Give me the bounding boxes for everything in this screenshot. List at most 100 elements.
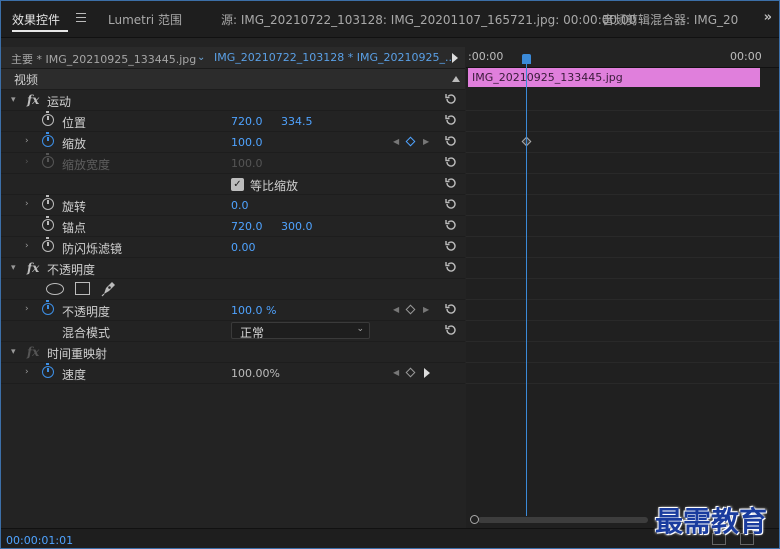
video-section-label: 视频	[14, 73, 39, 87]
time-remap-effect-row[interactable]: ▾ fx 时间重映射	[0, 342, 465, 363]
playhead-line[interactable]	[526, 58, 527, 516]
tab-effect-controls[interactable]: 效果控件	[12, 11, 60, 28]
stopwatch-icon[interactable]	[42, 132, 54, 147]
clip-selector-bar: 主要 * IMG_20210925_133445.jpg ⌄ IMG_20210…	[0, 47, 465, 69]
time-remap-label: 时间重映射	[47, 347, 108, 361]
expand-arrow-icon[interactable]: ›	[25, 367, 29, 377]
anchor-x-value[interactable]: 720.0	[231, 220, 263, 233]
antiflicker-row[interactable]: › 防闪烁滤镜 0.00	[0, 237, 465, 258]
stopwatch-icon[interactable]	[42, 111, 54, 126]
prev-keyframe-icon[interactable]: ◀	[393, 368, 399, 377]
reset-icon[interactable]	[445, 177, 457, 189]
reset-icon[interactable]	[445, 261, 457, 273]
play-icon[interactable]	[424, 368, 430, 378]
tab-lumetri-scopes[interactable]: Lumetri 范围	[108, 11, 182, 28]
stopwatch-icon[interactable]	[42, 195, 54, 210]
expand-arrow-icon[interactable]: ›	[25, 199, 29, 209]
pen-mask-icon[interactable]	[101, 280, 117, 297]
antiflicker-label: 防闪烁滤镜	[62, 242, 123, 256]
antiflicker-value[interactable]: 0.00	[231, 241, 256, 254]
reset-icon[interactable]	[445, 324, 457, 336]
timeline-clip-label: IMG_20210925_133445.jpg	[472, 71, 623, 84]
scale-row[interactable]: › 缩放 100.0 ◀ ▶	[0, 132, 465, 153]
speed-value[interactable]: 100.00%	[231, 367, 280, 380]
tab-audio-clip-mixer[interactable]: 音频剪辑混合器: IMG_20	[602, 11, 738, 28]
opacity-row[interactable]: › 不透明度 100.0 % ◀ ▶	[0, 300, 465, 321]
sequence-clip-label[interactable]: IMG_20210722_103128 * IMG_20210925_...	[214, 51, 455, 64]
reset-icon[interactable]	[445, 219, 457, 231]
effect-timeline: :00:00 00:00 IMG_20210925_133445.jpg	[466, 38, 780, 528]
expand-arrow-icon[interactable]: ›	[25, 136, 29, 146]
keyframe-icon[interactable]	[405, 304, 416, 315]
fx-icon[interactable]: fx	[27, 261, 39, 275]
next-keyframe-icon[interactable]: ▶	[423, 137, 429, 146]
reset-icon[interactable]	[445, 156, 457, 168]
timeline-track-row	[466, 321, 780, 342]
position-row[interactable]: 位置 720.0 334.5	[0, 111, 465, 132]
menu-icon[interactable]	[76, 13, 86, 22]
timeline-track-row	[466, 132, 780, 153]
tab-source[interactable]: 源: IMG_20210722_103128: IMG_20201107_165…	[221, 11, 636, 28]
expand-arrow-icon[interactable]: ›	[25, 241, 29, 251]
play-icon[interactable]	[452, 53, 458, 63]
expand-arrow-icon[interactable]: ›	[25, 304, 29, 314]
timeline-track-row	[466, 237, 780, 258]
stopwatch-icon[interactable]	[42, 237, 54, 252]
fx-icon: fx	[27, 345, 40, 359]
more-tabs-icon[interactable]: »	[764, 10, 772, 25]
timeline-clip[interactable]: IMG_20210925_133445.jpg	[468, 68, 760, 87]
master-clip-label[interactable]: 主要 * IMG_20210925_133445.jpg	[11, 51, 196, 67]
stopwatch-icon[interactable]	[42, 216, 54, 231]
motion-effect-row[interactable]: ▾ fx 运动	[0, 90, 465, 111]
position-label: 位置	[62, 116, 87, 130]
chevron-down-icon[interactable]: ⌄	[197, 52, 205, 63]
scrollbar-track[interactable]	[478, 517, 648, 523]
reset-icon[interactable]	[445, 93, 457, 105]
prev-keyframe-icon[interactable]: ◀	[393, 137, 399, 146]
keyframe-icon[interactable]	[405, 136, 416, 147]
scroll-up-icon[interactable]	[452, 76, 460, 82]
rect-mask-icon[interactable]	[75, 282, 90, 295]
rotation-row[interactable]: › 旋转 0.0	[0, 195, 465, 216]
expand-arrow-icon: ›	[25, 157, 29, 167]
reset-icon[interactable]	[445, 198, 457, 210]
opacity-effect-row[interactable]: ▾ fx 不透明度	[0, 258, 465, 279]
active-tab-indicator	[12, 30, 68, 32]
reset-icon[interactable]	[445, 240, 457, 252]
reset-icon[interactable]	[445, 135, 457, 147]
stopwatch-icon[interactable]	[42, 300, 54, 315]
scale-value[interactable]: 100.0	[231, 136, 263, 149]
collapse-arrow-icon[interactable]: ▾	[11, 263, 16, 273]
current-timecode[interactable]: 00:00:01:01	[6, 534, 73, 547]
mask-tools-row	[0, 279, 465, 300]
anchor-y-value[interactable]: 300.0	[281, 220, 313, 233]
next-keyframe-icon[interactable]: ▶	[423, 305, 429, 314]
position-y-value[interactable]: 334.5	[281, 115, 313, 128]
timeline-track-row	[466, 342, 780, 363]
fx-icon[interactable]: fx	[27, 93, 39, 107]
motion-label: 运动	[47, 95, 72, 109]
blend-mode-row: 混合模式 正常 ⌄	[0, 321, 465, 342]
keyframe-icon[interactable]	[405, 367, 416, 378]
playhead-handle[interactable]	[522, 54, 531, 64]
watermark-logo: 最需教育	[655, 505, 768, 538]
speed-row[interactable]: › 速度 100.00% ◀	[0, 363, 465, 384]
scale-width-row: › 缩放宽度 100.0	[0, 153, 465, 174]
ellipse-mask-icon[interactable]	[46, 283, 64, 295]
timeline-track-row	[466, 279, 780, 300]
time-ruler[interactable]: :00:00 00:00	[466, 38, 780, 68]
reset-icon[interactable]	[445, 303, 457, 315]
reset-icon[interactable]	[445, 114, 457, 126]
timeline-track-row	[466, 153, 780, 174]
opacity-value[interactable]: 100.0 %	[231, 304, 276, 317]
uniform-scale-checkbox[interactable]: ✓	[231, 178, 244, 191]
collapse-arrow-icon[interactable]: ▾	[11, 95, 16, 105]
prev-keyframe-icon[interactable]: ◀	[393, 305, 399, 314]
position-x-value[interactable]: 720.0	[231, 115, 263, 128]
scrollbar-handle[interactable]	[470, 515, 479, 524]
collapse-arrow-icon[interactable]: ▾	[11, 347, 16, 357]
anchor-point-row[interactable]: 锚点 720.0 300.0	[0, 216, 465, 237]
rotation-value[interactable]: 0.0	[231, 199, 249, 212]
stopwatch-icon[interactable]	[42, 363, 54, 378]
blend-mode-select[interactable]: 正常 ⌄	[231, 322, 370, 340]
